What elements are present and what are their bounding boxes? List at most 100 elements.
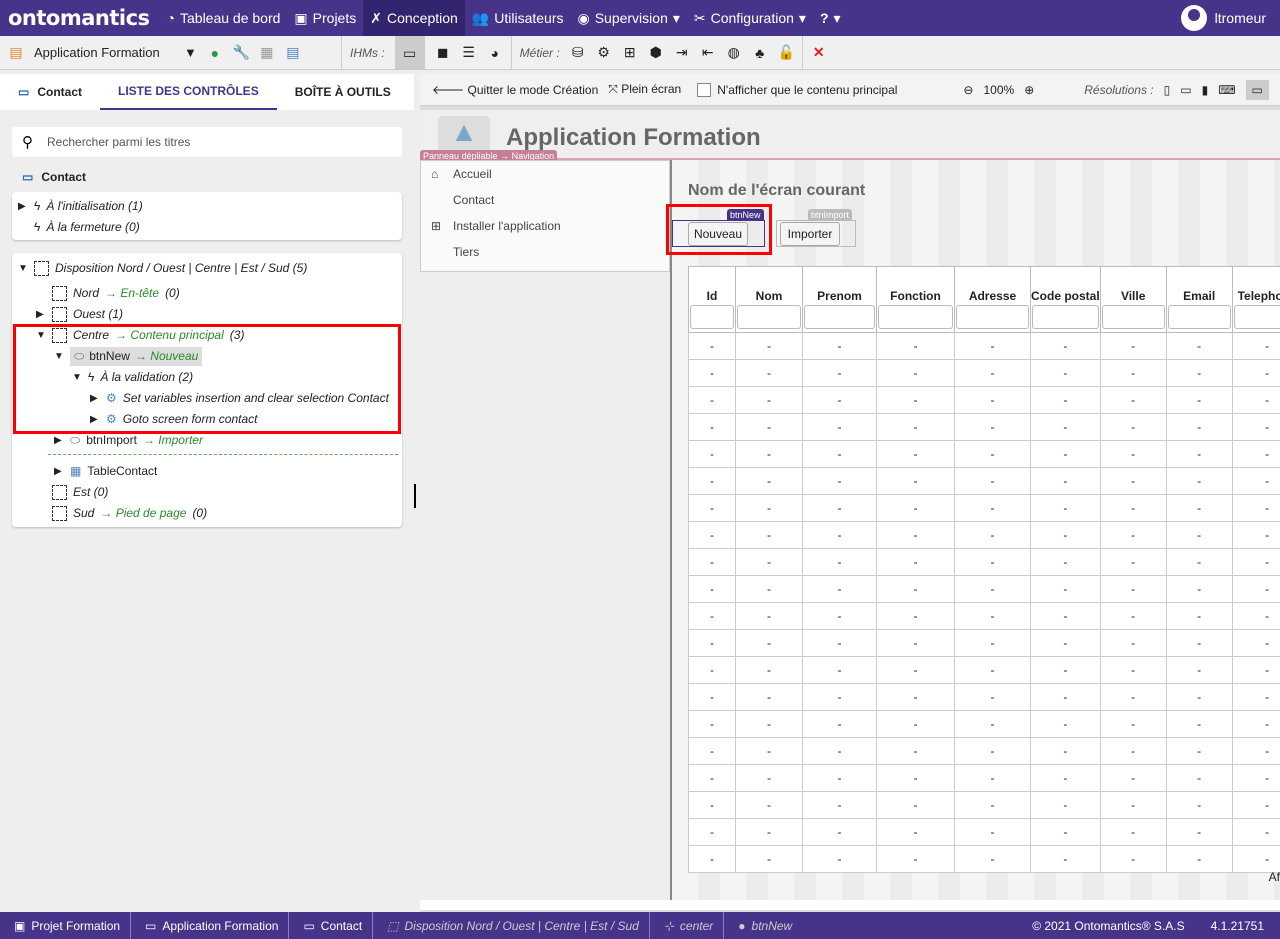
table-row[interactable]: ---------: [688, 440, 1280, 468]
caret-right-icon[interactable]: ▶: [18, 201, 28, 212]
nav-users[interactable]: 👥 Utilisateurs: [465, 0, 571, 36]
zoom-in-icon[interactable]: ⊕: [1024, 83, 1034, 97]
tree-table[interactable]: ▶ ▦ TableContact: [54, 461, 157, 481]
nav-dashboard[interactable]: ◔ Tableau de bord: [160, 0, 288, 36]
breadcrumb-contact[interactable]: ▭ Contact: [0, 74, 100, 110]
crumb-project[interactable]: ▣ Projet Formation: [0, 912, 130, 939]
menu-icon[interactable]: ☰: [461, 44, 477, 61]
nav-conception[interactable]: ✗ Conception: [363, 0, 465, 36]
nav-supervision[interactable]: ◉ Supervision ▾: [570, 0, 686, 36]
table-row[interactable]: ---------: [688, 764, 1280, 792]
database-table-icon[interactable]: ▤: [285, 44, 301, 61]
tab-toolbox[interactable]: BOÎTE À OUTILS: [277, 74, 409, 110]
column-header[interactable]: Fonction: [876, 266, 955, 333]
table-row[interactable]: ---------: [688, 521, 1280, 549]
checkbox[interactable]: [697, 82, 712, 97]
logo[interactable]: ontomantics: [0, 6, 160, 30]
phone-icon[interactable]: ▯: [1164, 83, 1171, 97]
table-row[interactable]: ---------: [688, 791, 1280, 819]
file-import-icon[interactable]: ⇤: [700, 44, 716, 61]
message-bell-icon[interactable]: ◼: [435, 44, 451, 61]
table-row[interactable]: ---------: [688, 818, 1280, 846]
column-header[interactable]: Ville: [1099, 266, 1167, 333]
wrench-icon[interactable]: 🔧: [233, 44, 250, 61]
unlock-icon[interactable]: 🔓: [778, 44, 795, 61]
resize-handle[interactable]: [414, 484, 416, 508]
laptop-icon[interactable]: ⌨: [1218, 83, 1235, 97]
file-export-icon[interactable]: ⇥: [674, 44, 690, 61]
table-row[interactable]: ---------: [688, 386, 1280, 414]
table-row[interactable]: ---------: [688, 575, 1280, 603]
nav-item-contact[interactable]: Contact: [421, 187, 669, 213]
crumb-btnnew[interactable]: ● btnNew: [723, 912, 802, 939]
column-filter-input[interactable]: [1032, 305, 1099, 329]
cube-icon[interactable]: ⬢: [648, 44, 664, 61]
users-cog-icon[interactable]: ♣: [752, 45, 768, 61]
table-row[interactable]: ---------: [688, 467, 1280, 495]
list-icon[interactable]: ▦: [259, 44, 275, 61]
database-icon[interactable]: ⛁: [570, 44, 586, 61]
nav-projects[interactable]: ▣ Projets: [287, 0, 363, 36]
table-row[interactable]: ---------: [688, 494, 1280, 522]
nav-item-tiers[interactable]: Tiers: [421, 239, 669, 265]
table-row[interactable]: ---------: [688, 413, 1280, 441]
quit-design-button[interactable]: 🡐 Quitter le mode Création: [432, 82, 598, 97]
close-icon[interactable]: ✕: [811, 44, 827, 61]
column-header[interactable]: Code postal: [1030, 266, 1101, 333]
tab-controls-list[interactable]: LISTE DES CONTRÔLES: [100, 74, 277, 110]
fullscreen-button[interactable]: ⤧ Plein écran: [608, 82, 681, 97]
table-row[interactable]: ---------: [688, 332, 1280, 360]
nav-item-accueil[interactable]: ⌂ Accueil: [421, 161, 669, 187]
tree-nord[interactable]: Nord → En-tête (0): [52, 283, 180, 303]
caret-right-icon[interactable]: ▶: [54, 435, 64, 446]
table-row[interactable]: ---------: [688, 845, 1280, 873]
only-main-checkbox[interactable]: N'afficher que le contenu principal: [697, 82, 897, 97]
play-icon[interactable]: ●: [207, 45, 223, 61]
grid-icon[interactable]: ⊞: [622, 44, 638, 61]
column-header[interactable]: Adresse: [954, 266, 1031, 333]
search-input[interactable]: ⚲ Rechercher parmi les titres: [12, 127, 402, 157]
column-filter-input[interactable]: [804, 305, 875, 329]
user-menu[interactable]: ltromeur: [1180, 5, 1280, 31]
crumb-application[interactable]: ▭ Application Formation: [130, 912, 288, 939]
crumb-screen[interactable]: ▭ Contact: [288, 912, 372, 939]
table-row[interactable]: ---------: [688, 629, 1280, 657]
table-row[interactable]: ---------: [688, 656, 1280, 684]
nav-configuration[interactable]: ✂ Configuration ▾: [687, 0, 813, 36]
monitor-icon[interactable]: ▭: [394, 35, 425, 70]
table-row[interactable]: ---------: [688, 683, 1280, 711]
cogs-icon[interactable]: ⚙: [596, 44, 612, 61]
column-filter-input[interactable]: [690, 305, 734, 329]
app-select[interactable]: Application Formation: [34, 45, 174, 60]
tree-sud[interactable]: Sud → Pied de page (0): [52, 503, 207, 523]
importer-button[interactable]: Importer: [780, 222, 840, 246]
caret-right-icon[interactable]: ▶: [54, 466, 64, 477]
table-row[interactable]: ---------: [688, 359, 1280, 387]
desktop-icon[interactable]: ▭: [1245, 79, 1269, 100]
column-filter-input[interactable]: [878, 305, 953, 329]
column-header[interactable]: Id: [688, 266, 736, 333]
column-filter-input[interactable]: [1167, 305, 1231, 329]
column-filter-input[interactable]: [1233, 305, 1280, 329]
zoom-out-icon[interactable]: ⊖: [963, 83, 973, 97]
caret-right-icon[interactable]: ▶: [36, 309, 46, 320]
column-filter-input[interactable]: [1101, 305, 1165, 329]
tree-est[interactable]: Est (0): [52, 482, 108, 502]
column-header[interactable]: Telephone: [1231, 266, 1280, 333]
caret-down-icon[interactable]: ▼: [184, 45, 197, 60]
crumb-center[interactable]: ⊹ center: [648, 912, 723, 939]
globe-cog-icon[interactable]: ◍: [726, 44, 742, 61]
column-filter-input[interactable]: [737, 305, 801, 329]
column-header[interactable]: Email: [1165, 266, 1233, 333]
tree-ouest[interactable]: ▶ Ouest (1): [36, 304, 123, 324]
column-header[interactable]: Prenom: [802, 266, 877, 333]
table-row[interactable]: ---------: [688, 710, 1280, 738]
caret-down-icon[interactable]: ▼: [18, 263, 28, 274]
palette-icon[interactable]: ◕: [487, 45, 503, 61]
tablet-landscape-icon[interactable]: ▭: [1180, 83, 1191, 97]
event-init[interactable]: ▶ ϟ À l'initialisation (1): [18, 196, 143, 216]
nav-help[interactable]: ? ▾: [813, 0, 848, 36]
table-row[interactable]: ---------: [688, 602, 1280, 630]
table-row[interactable]: ---------: [688, 548, 1280, 576]
tablet-icon[interactable]: ▮: [1202, 83, 1209, 97]
